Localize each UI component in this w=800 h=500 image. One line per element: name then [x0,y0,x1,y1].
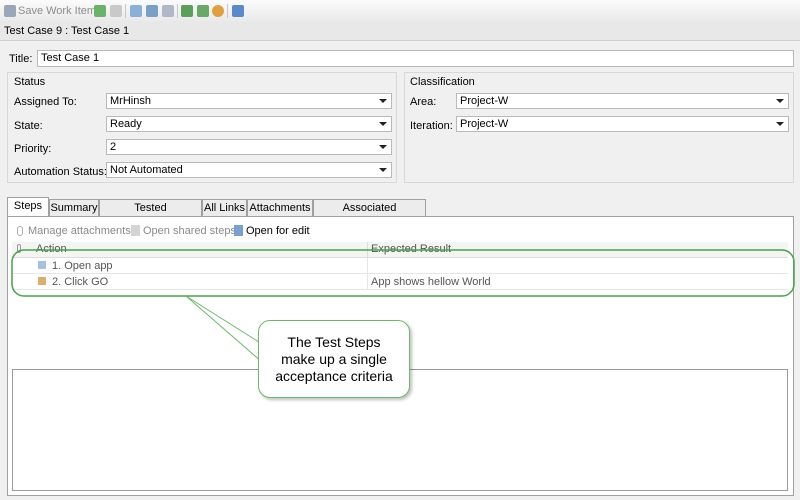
steps-highlight [11,249,795,297]
annotation-overlay [11,249,795,364]
callout-line-3: acceptance criteria [275,367,393,384]
callout-line-1: The Test Steps [287,333,381,350]
callout-pointer [185,295,263,364]
callout-box: The Test Steps make up a single acceptan… [258,320,410,398]
callout-line-2: make up a single [281,350,387,367]
